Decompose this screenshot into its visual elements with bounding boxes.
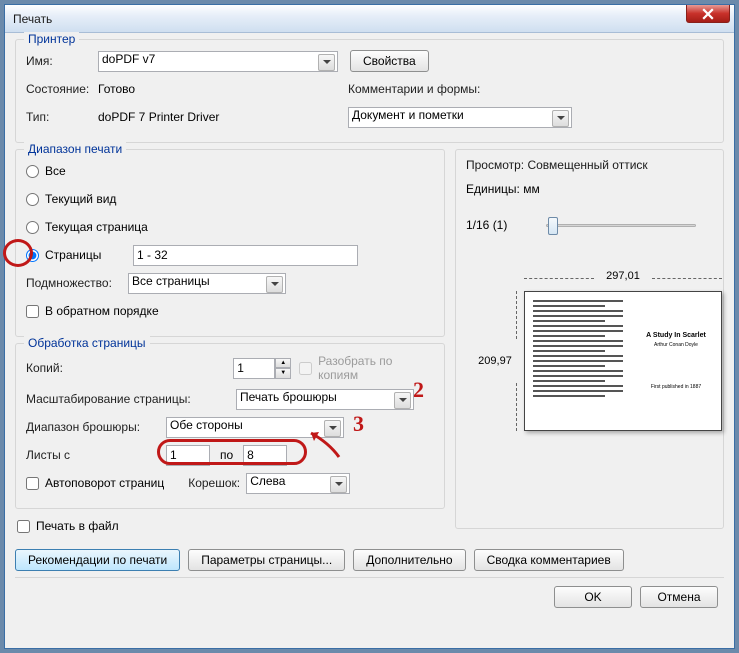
preview-page: A Study In Scarlet Arthur Conan Doyle Fi… [524,291,722,431]
group-legend: Принтер [24,32,79,46]
print-dialog: Печать Принтер Имя: doPDF v7 Свойства Со… [4,4,735,649]
subset-select[interactable]: Все страницы [128,273,286,294]
preview-units: Единицы: мм [466,182,713,196]
radio-pages[interactable]: Страницы [26,244,434,266]
cancel-button[interactable]: Отмена [640,586,718,608]
type-label: Тип: [26,110,98,124]
collate-check: Разобрать по копиям [299,354,434,382]
preview-dimensions: 297,01 209,97 A Study In Scarlet [466,266,713,486]
sheets-to-input[interactable] [243,445,287,466]
radio-current-page[interactable]: Текущая страница [26,216,434,238]
close-icon [702,8,714,20]
group-legend: Обработка страницы [24,336,150,350]
printer-group: Принтер Имя: doPDF v7 Свойства Состояние… [15,39,724,143]
status-label: Состояние: [26,82,98,96]
spin-down[interactable]: ▼ [275,368,291,379]
page-handling-group: Обработка страницы Копий: ▲▼ Разобрать п… [15,343,445,509]
booklet-range-label: Диапазон брошюры: [26,420,166,434]
page-setup-button[interactable]: Параметры страницы... [188,549,345,571]
reverse-check[interactable]: В обратном порядке [26,300,434,322]
width-label: 297,01 [524,270,722,282]
pages-input[interactable] [133,245,358,266]
preview-page-footer: First published in 1887 [651,384,701,390]
status-value: Готово [98,82,348,96]
preview-page-author: Arthur Conan Doyle [654,342,698,348]
scaling-select[interactable]: Печать брошюры [236,389,414,410]
printer-name-select[interactable]: doPDF v7 [98,51,338,72]
comments-label: Комментарии и формы: [348,82,480,96]
preview-zoom-slider[interactable] [546,215,696,235]
group-legend: Диапазон печати [24,142,126,156]
comments-select[interactable]: Документ и пометки [348,107,572,128]
preview-title: Просмотр: Совмещенный оттиск [466,158,713,172]
titlebar[interactable]: Печать [5,5,734,33]
radio-current-view[interactable]: Текущий вид [26,188,434,210]
subset-label: Подмножество: [26,276,128,290]
autorotate-check[interactable]: Автоповорот страниц [26,476,164,490]
ok-button[interactable]: OK [554,586,632,608]
sheets-from-input[interactable] [166,445,210,466]
height-label: 209,97 [472,291,518,431]
print-to-file-check[interactable]: Печать в файл [15,515,445,537]
spin-up[interactable]: ▲ [275,358,291,369]
print-range-group: Диапазон печати Все Текущий вид Текущая … [15,149,445,337]
advanced-button[interactable]: Дополнительно [353,549,465,571]
preview-pane: Просмотр: Совмещенный оттиск Единицы: мм… [455,149,724,529]
preview-fraction: 1/16 (1) [466,218,546,232]
type-value: doPDF 7 Printer Driver [98,110,348,124]
copies-label: Копий: [26,361,233,375]
booklet-range-select[interactable]: Обе стороны [166,417,344,438]
binding-select[interactable]: Слева [246,473,350,494]
binding-label: Корешок: [188,476,246,490]
radio-all[interactable]: Все [26,160,434,182]
preview-page-title: A Study In Scarlet [646,332,706,339]
sheets-sep: по [210,448,243,462]
summarize-comments-button[interactable]: Сводка комментариев [474,549,624,571]
close-button[interactable] [686,5,730,23]
copies-spinner[interactable]: ▲▼ [233,358,291,379]
printing-tips-button[interactable]: Рекомендации по печати [15,549,180,571]
sheets-label: Листы с [26,448,166,462]
window-title: Печать [13,12,52,26]
name-label: Имя: [26,54,98,68]
scaling-label: Масштабирование страницы: [26,392,236,406]
properties-button[interactable]: Свойства [350,50,429,72]
